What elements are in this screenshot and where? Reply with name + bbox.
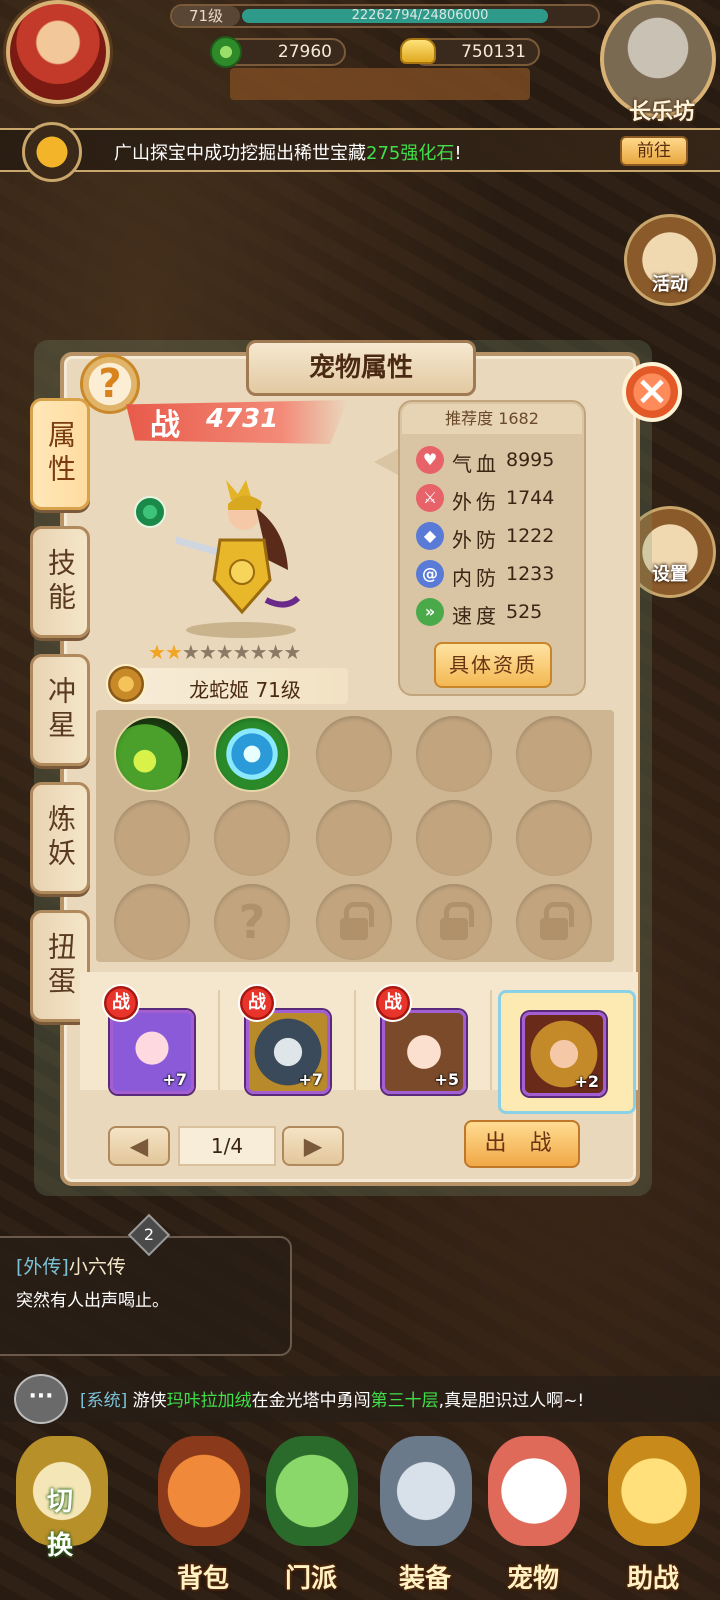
skill-slot-unknown[interactable]: ? [214,884,290,960]
activity-label: 活动 [652,274,688,295]
divider [218,990,220,1090]
element-swirl-icon[interactable] [134,496,166,528]
pet-name: 龙蛇姬 71级 [189,678,301,702]
nav-assist[interactable]: 助战 [598,1436,708,1596]
goto-button[interactable]: 前往 [620,136,688,166]
divider [490,990,492,1090]
close-button[interactable]: × [622,362,682,422]
swirl-icon: @ [416,560,444,588]
jade-coin-icon [210,36,242,68]
nav-sect[interactable]: 门派 [256,1436,366,1596]
prev-page-button[interactable]: ◀ [108,1126,170,1166]
experience-value: 22262794/24806000 [351,8,489,23]
background-signboard [230,68,530,100]
skill-slot-empty[interactable] [316,800,392,876]
pet-card-2[interactable]: +7 [246,1010,330,1094]
heart-icon: ♥ [416,446,444,474]
gold-currency[interactable]: 750131 [400,38,540,66]
stats-pointer [374,448,400,476]
skill-slot-empty[interactable] [416,800,492,876]
horn-icon [22,122,82,182]
recommend-row: 推荐度 1682 [402,404,582,434]
chat-bubble-icon[interactable]: ··· [14,1374,68,1424]
recommend-label: 推荐度 [445,409,494,428]
silver-amount: 27960 [277,42,332,62]
nav-equipment[interactable]: 装备 [370,1436,480,1596]
nav-pet[interactable]: 宠物 [478,1436,588,1596]
divider [354,990,356,1090]
in-battle-badge: 战 [102,984,140,1022]
pet-card-3[interactable]: +5 [382,1010,466,1094]
combat-power-value: 4731 [206,404,279,434]
skill-slot-locked[interactable] [416,884,492,960]
sword-icon: ⚔ [416,484,444,512]
level-label: 71级 [172,6,240,26]
stat-internal-defense: @ 内防 1233 [416,560,586,590]
tab-attributes[interactable]: 属性 [30,398,90,510]
skill-slot-empty[interactable] [516,800,592,876]
shield-icon: ◆ [416,522,444,550]
tab-refine[interactable]: 炼妖 [30,782,90,894]
skill-slot-empty[interactable] [114,800,190,876]
skill-slot-1[interactable] [114,716,190,792]
quest-title: [外传]小六传 [16,1256,126,1278]
silver-currency[interactable]: 27960 [210,36,346,68]
lock-icon [440,902,474,940]
pet-card-1[interactable]: +7 [110,1010,194,1094]
sword-icon [380,1436,472,1546]
deploy-to-battle-button[interactable]: 出 战 [464,1120,580,1168]
combat-power-icon: 战 [150,408,180,443]
system-message: [系统] 游侠玛咔拉加绒在金光塔中勇闯第三十层,真是胆识过人啊~! [80,1391,585,1411]
announcement-text: 广山探宝中成功挖掘出稀世宝藏275强化石! [114,143,462,164]
area-name: 长乐坊 [628,100,695,125]
panel-title: 宠物属性 [246,340,476,396]
tab-skills[interactable]: 技能 [30,526,90,638]
lucky-cat-icon [488,1436,580,1546]
experience-bar: 71级 22262794/24806000 [170,4,600,28]
in-battle-badge: 战 [238,984,276,1022]
question-mark-icon: ? [238,895,266,949]
in-battle-badge: 战 [374,984,412,1022]
stat-external-defense: ◆ 外防 1222 [416,522,586,552]
gold-ingot-icon [400,38,436,64]
tab-star-up[interactable]: 冲星 [30,654,90,766]
skill-slot-empty[interactable] [516,716,592,792]
lock-icon [540,902,574,940]
switch-label: 切换 [46,1487,73,1561]
stat-external-damage: ⚔ 外伤 1744 [416,484,586,514]
sect-icon [266,1436,358,1546]
stat-speed: » 速度 525 [416,598,586,628]
page-indicator: 1/4 [178,1126,276,1166]
skill-slot-empty[interactable] [214,800,290,876]
announcement-bar: 广山探宝中成功挖掘出稀世宝藏275强化石! 前往 [0,122,720,182]
star-rating: ★★★★★★★★★ [148,640,301,664]
gear-icon[interactable] [106,664,146,704]
crown-icon [608,1436,700,1546]
skill-slot-locked[interactable] [516,884,592,960]
gold-amount: 750131 [461,42,526,62]
stat-hp: ♥ 气血 8995 [416,446,586,476]
quality-details-button[interactable]: 具体资质 [434,642,552,688]
pet-card-4[interactable]: +2 [522,1012,606,1096]
arrow-left-icon: ◀ [129,1132,149,1160]
skill-slot-empty[interactable] [114,884,190,960]
skill-slot-2[interactable] [214,716,290,792]
bag-icon [158,1436,250,1546]
boot-icon: » [416,598,444,626]
nav-bag[interactable]: 背包 [148,1436,258,1596]
recommend-value: 1682 [498,409,539,428]
skill-slot-locked[interactable] [316,884,392,960]
next-page-button[interactable]: ▶ [282,1126,344,1166]
player-avatar[interactable] [6,0,110,104]
pet-character-art [176,480,301,638]
arrow-right-icon: ▶ [303,1132,323,1160]
quest-description: 突然有人出声喝止。 [16,1291,169,1311]
skill-slot-empty[interactable] [416,716,492,792]
lock-icon [340,902,374,940]
skill-slot-empty[interactable] [316,716,392,792]
